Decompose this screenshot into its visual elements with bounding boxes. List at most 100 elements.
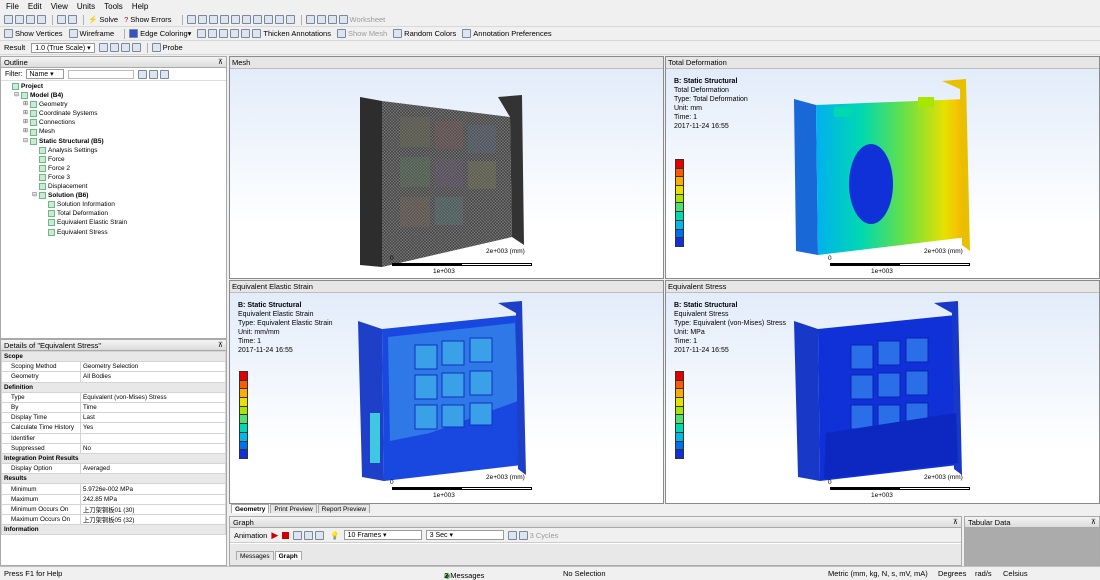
zoom-in-icon[interactable] (208, 15, 218, 24)
tree-item[interactable]: ⊟ Solution (B6) (1, 191, 226, 200)
expander-icon[interactable]: ⊟ (14, 91, 21, 100)
details-row[interactable]: Integration Point Results (1, 452, 226, 465)
details-row[interactable]: Information (1, 524, 226, 536)
details-value[interactable]: 242.85 MPa (80, 493, 226, 505)
edge-option-icon[interactable] (208, 29, 218, 38)
tree-item[interactable]: Total Deformation (1, 209, 226, 218)
tab-geometry[interactable]: Geometry (231, 504, 270, 513)
edges-icon[interactable] (109, 43, 119, 52)
details-value[interactable]: 5.9726e-002 MPa (80, 483, 226, 495)
details-row[interactable]: Display Time Last (1, 412, 226, 424)
details-section[interactable]: Integration Point Results (1, 452, 226, 465)
details-section[interactable]: Definition (1, 381, 226, 393)
frames-icon[interactable] (293, 530, 303, 540)
pin-icon[interactable]: ⊼ (1091, 517, 1096, 528)
filter-clear-icon[interactable] (148, 69, 158, 79)
tab-graph[interactable]: Graph (274, 551, 302, 560)
edge-option-icon[interactable] (197, 29, 207, 38)
details-row[interactable]: Suppressed No (1, 442, 226, 454)
details-row[interactable]: Type Equivalent (von-Mises) Stress (1, 391, 226, 403)
details-value[interactable]: Last (80, 412, 226, 424)
result-sets-icon[interactable] (315, 530, 325, 540)
details-section[interactable]: Information (1, 524, 226, 536)
details-value[interactable]: Geometry Selection (80, 361, 226, 373)
result-scale-select[interactable]: 1.0 (True Scale) ▾ (31, 42, 95, 53)
graph-area[interactable] (230, 544, 961, 565)
rotation-units[interactable]: rad/s (975, 569, 992, 578)
pin-icon[interactable]: ⊼ (218, 57, 223, 68)
tree-item[interactable]: ⊟ Model (B4) (1, 91, 226, 100)
details-section[interactable]: Scope (1, 350, 226, 363)
flag-icon[interactable] (241, 29, 251, 38)
annotation-preferences-button[interactable]: Annotation Preferences (462, 29, 552, 38)
details-value[interactable]: Yes (80, 422, 226, 434)
annotation-icon[interactable] (316, 15, 326, 24)
details-row[interactable]: Scope (1, 350, 226, 363)
angle-units[interactable]: Degrees (938, 569, 966, 578)
tree-item[interactable]: ⊞ Mesh (1, 127, 226, 136)
details-value[interactable] (80, 432, 226, 444)
menu-units[interactable]: Units (77, 2, 95, 11)
filter-input[interactable] (67, 69, 134, 79)
details-value[interactable]: 上刀架铜板01 (30) (80, 503, 226, 516)
details-section[interactable]: Results (1, 473, 226, 485)
expander-icon[interactable]: ⊞ (23, 127, 30, 136)
solve-button[interactable]: ⚡ Solve (88, 15, 118, 24)
contour-icon[interactable] (98, 43, 108, 52)
menu-tools[interactable]: Tools (104, 2, 123, 11)
filter-select[interactable]: Name ▾ (25, 69, 64, 79)
tree-item[interactable]: ⊞ Connections (1, 118, 226, 127)
details-value[interactable]: Averaged (80, 463, 226, 475)
stop-icon[interactable] (282, 531, 290, 539)
tree-item[interactable]: ⊟ Static Structural (B5) (1, 137, 226, 146)
pin-icon[interactable]: ⊼ (953, 517, 958, 528)
pan-icon[interactable] (197, 15, 207, 24)
details-row[interactable]: Definition (1, 381, 226, 393)
details-value[interactable]: No (80, 442, 226, 454)
lightbulb-icon[interactable]: 💡 (330, 531, 339, 540)
show-errors-button[interactable]: ? Show Errors (124, 15, 171, 24)
viewport-equivalent-stress[interactable]: Equivalent Stress B: Static Structural E… (665, 280, 1100, 504)
pin-icon[interactable]: ⊼ (218, 340, 223, 351)
tab-report-preview[interactable]: Report Preview (317, 504, 371, 513)
edge-option-icon[interactable] (230, 29, 240, 38)
menu-help[interactable]: Help (132, 2, 148, 11)
temperature-units[interactable]: Celsius (1003, 569, 1028, 578)
tree-item[interactable]: Analysis Settings (1, 146, 226, 155)
redo-icon[interactable] (37, 15, 46, 24)
tree-item[interactable]: ⊞ Geometry (1, 100, 226, 109)
rotate-icon[interactable] (186, 15, 196, 24)
random-colors-button[interactable]: Random Colors (393, 29, 456, 38)
details-value[interactable]: 上刀架铜板05 (32) (80, 513, 226, 526)
tree-item[interactable]: Displacement (1, 182, 226, 191)
frames-select[interactable]: 10 Frames ▾ (343, 530, 422, 540)
edge-coloring-button[interactable]: Edge Coloring ▾ (129, 29, 191, 38)
details-row[interactable]: Maximum Occurs On 上刀架铜板05 (32) (1, 513, 226, 526)
expander-icon[interactable]: ⊞ (23, 109, 30, 118)
expander-icon[interactable]: ⊞ (23, 118, 30, 127)
viewport-equivalent-elastic-strain[interactable]: Equivalent Elastic Strain B: Static Stru… (229, 280, 664, 504)
details-row[interactable]: Scoping Method Geometry Selection (1, 361, 226, 373)
probe-button[interactable]: Probe (151, 43, 183, 52)
details-row[interactable]: Identifier (1, 432, 226, 444)
help-icon[interactable] (327, 15, 337, 24)
filter-expand-icon[interactable] (159, 69, 169, 79)
duration-select[interactable]: 3 Sec ▾ (425, 530, 504, 540)
menu-file[interactable]: File (6, 2, 19, 11)
expander-icon[interactable]: ⊞ (23, 100, 30, 109)
filter-refresh-icon[interactable] (137, 69, 147, 79)
export-icon[interactable] (507, 530, 517, 540)
tree-item[interactable]: Force 3 (1, 173, 226, 182)
previous-view-icon[interactable] (252, 15, 262, 24)
cycle-icon[interactable] (518, 530, 528, 540)
next-view-icon[interactable] (263, 15, 273, 24)
tree-item[interactable]: Force 2 (1, 164, 226, 173)
details-row[interactable]: Maximum 242.85 MPa (1, 493, 226, 505)
units-status[interactable]: Metric (mm, kg, N, s, mV, mA) (828, 569, 928, 578)
tree-item[interactable]: Solution Information (1, 200, 226, 209)
details-row[interactable]: Results (1, 473, 226, 485)
details-row[interactable]: Minimum Occurs On 上刀架铜板01 (30) (1, 503, 226, 516)
zoom-box-icon[interactable] (219, 15, 229, 24)
tree-item[interactable]: Equivalent Stress (1, 228, 226, 237)
tree-item[interactable]: Project (1, 82, 226, 91)
